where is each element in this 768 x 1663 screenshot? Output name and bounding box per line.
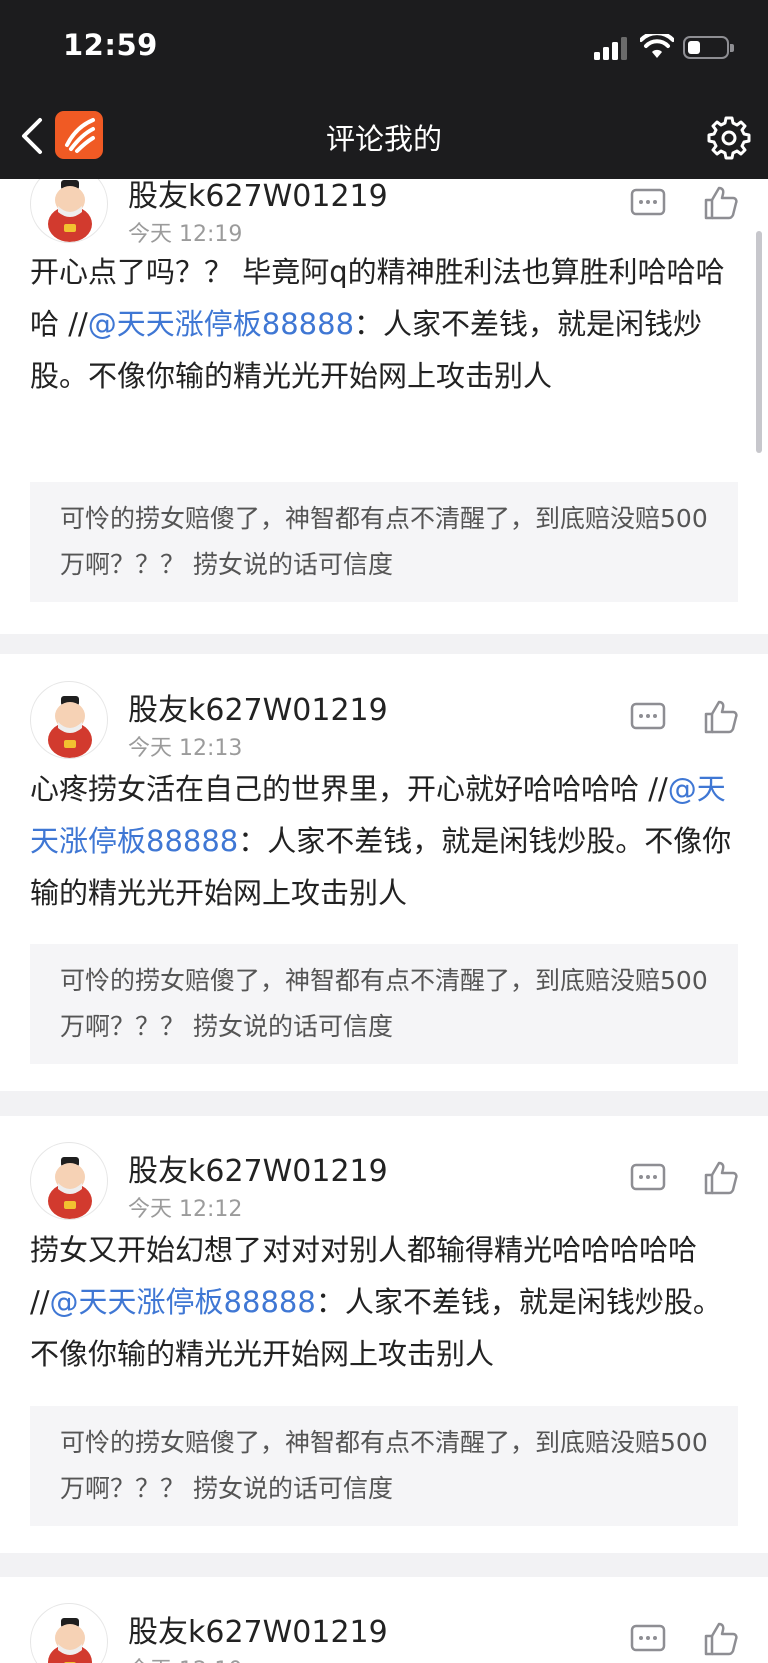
- like-button[interactable]: [703, 1621, 739, 1657]
- comment-card: 股友k627W01219 今天 12:13 心疼捞女活在自己的世界里，开心就好哈…: [0, 654, 768, 1091]
- wifi-icon: [640, 34, 674, 58]
- avatar[interactable]: [30, 1142, 108, 1220]
- quoted-comment[interactable]: 可怜的捞女赔傻了，神智都有点不清醒了，到底赔没赔500万啊？？？ 捞女说的话可信…: [30, 1406, 738, 1526]
- username[interactable]: 股友k627W01219: [128, 1607, 388, 1651]
- timestamp: 今天 12:13: [128, 736, 243, 761]
- quoted-comment[interactable]: 可怜的捞女赔傻了，神智都有点不清醒了，到底赔没赔500万啊？？？ 捞女说的话可信…: [30, 482, 738, 602]
- battery-icon: [683, 36, 734, 59]
- comment-card: 股友k627W01219 今天 12:19 开心点了吗？？ 毕竟阿q的精神胜利法…: [0, 179, 768, 634]
- scrollbar[interactable]: [756, 231, 762, 453]
- comment-card: 股友k627W01219 今天 12:12 捞女又开始幻想了对对对别人都输得精光…: [0, 1116, 768, 1553]
- comment-text[interactable]: 心疼捞女活在自己的世界里，开心就好哈哈哈哈 //@天天涨停板88888：人家不差…: [30, 763, 740, 919]
- comment-text[interactable]: 开心点了吗？？ 毕竟阿q的精神胜利法也算胜利哈哈哈哈 //@天天涨停板88888…: [30, 246, 740, 402]
- reply-button[interactable]: [630, 188, 666, 220]
- comment-feed[interactable]: 股友k627W01219 今天 12:19 开心点了吗？？ 毕竟阿q的精神胜利法…: [0, 179, 768, 1663]
- username[interactable]: 股友k627W01219: [128, 685, 388, 729]
- reply-button[interactable]: [630, 702, 666, 734]
- like-button[interactable]: [703, 1160, 739, 1196]
- page-title: 评论我的: [325, 122, 442, 156]
- timestamp: 今天 12:10: [128, 1652, 242, 1663]
- reply-button[interactable]: [630, 1624, 666, 1656]
- comment-text[interactable]: 捞女又开始幻想了对对对别人都输得精光哈哈哈哈哈 //@天天涨停板88888：人家…: [30, 1224, 740, 1380]
- app-header: 12:59 评论我的: [0, 0, 768, 179]
- username[interactable]: 股友k627W01219: [128, 1146, 388, 1190]
- settings-gear-icon[interactable]: [706, 114, 752, 160]
- cellular-signal-icon: [594, 36, 628, 60]
- comment-card: 股友k627W01219 今天 12:10: [0, 1577, 768, 1663]
- avatar[interactable]: [30, 1603, 108, 1663]
- quoted-comment[interactable]: 可怜的捞女赔傻了，神智都有点不清醒了，到底赔没赔500万啊？？？ 捞女说的话可信…: [30, 944, 738, 1064]
- reply-button[interactable]: [630, 1163, 666, 1195]
- avatar[interactable]: [30, 179, 108, 243]
- timestamp: 今天 12:19: [128, 222, 243, 247]
- like-button[interactable]: [703, 185, 739, 221]
- mention-link[interactable]: @天天涨停板88888: [88, 307, 354, 341]
- timestamp: 今天 12:12: [128, 1197, 243, 1222]
- status-time: 12:59: [63, 28, 158, 62]
- avatar[interactable]: [30, 681, 108, 759]
- mention-link[interactable]: @天天涨停板88888: [50, 1285, 316, 1319]
- like-button[interactable]: [703, 699, 739, 735]
- username[interactable]: 股友k627W01219: [128, 179, 388, 215]
